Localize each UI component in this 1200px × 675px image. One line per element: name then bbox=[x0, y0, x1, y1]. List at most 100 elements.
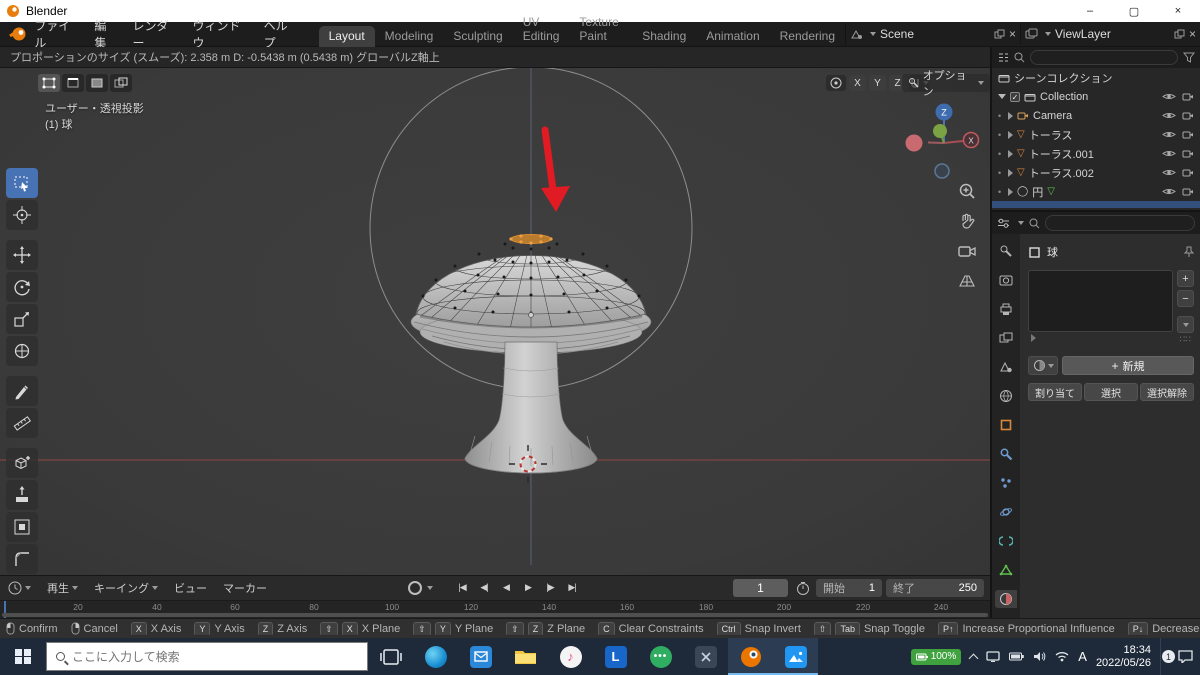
edge-select-button[interactable] bbox=[62, 74, 84, 92]
remove-viewlayer-icon[interactable]: × bbox=[1189, 27, 1196, 41]
slot-specials-button[interactable] bbox=[1177, 316, 1194, 333]
disable-render-camera-icon[interactable] bbox=[1182, 92, 1194, 101]
play-reverse-button[interactable]: ◀ bbox=[496, 579, 516, 597]
tool-select-box[interactable] bbox=[6, 168, 38, 198]
tab-rendering[interactable]: Rendering bbox=[770, 26, 845, 47]
tool-inset-faces[interactable] bbox=[6, 512, 38, 542]
disable-render-camera-icon[interactable] bbox=[1182, 111, 1194, 120]
new-scene-icon[interactable] bbox=[994, 29, 1005, 40]
remove-slot-button[interactable]: − bbox=[1177, 290, 1194, 307]
timeline-ruler[interactable]: 20 40 60 80 100 120 140 160 180 200 220 … bbox=[0, 600, 990, 619]
outliner-selected-row-partial[interactable] bbox=[992, 201, 1200, 208]
tab-object[interactable] bbox=[995, 416, 1017, 434]
material-slot-list[interactable] bbox=[1028, 270, 1173, 332]
disable-render-camera-icon[interactable] bbox=[1182, 130, 1194, 139]
unlink-scene-icon[interactable]: × bbox=[1009, 27, 1016, 41]
properties-editor-icon[interactable] bbox=[997, 218, 1010, 229]
disable-render-camera-icon[interactable] bbox=[1182, 168, 1194, 177]
filter-icon[interactable] bbox=[1183, 52, 1195, 63]
taskbar-search-input[interactable] bbox=[72, 649, 332, 664]
taskbar-app-file-explorer[interactable] bbox=[503, 638, 548, 675]
tab-modeling[interactable]: Modeling bbox=[375, 26, 444, 47]
pin-icon[interactable] bbox=[1184, 246, 1194, 258]
battery-status-badge[interactable]: 100% bbox=[910, 648, 962, 665]
tab-view-layer[interactable] bbox=[995, 329, 1017, 347]
tool-extrude[interactable] bbox=[6, 480, 38, 510]
tab-output[interactable] bbox=[995, 300, 1017, 318]
tab-object-data[interactable] bbox=[995, 561, 1017, 579]
blender-menu-icon[interactable] bbox=[8, 26, 26, 42]
view-menu[interactable]: ビュー bbox=[166, 580, 215, 596]
outliner-row-circle[interactable]: • ◯ 円 ▽ bbox=[992, 182, 1200, 201]
navigation-gizmo[interactable]: Z X bbox=[905, 103, 980, 179]
axis-y-button[interactable]: Y bbox=[869, 75, 886, 91]
tool-transform[interactable] bbox=[6, 336, 38, 366]
hide-eye-icon[interactable] bbox=[1162, 92, 1176, 101]
hide-eye-icon[interactable] bbox=[1162, 168, 1176, 177]
start-frame-field[interactable]: 開始 1 bbox=[816, 578, 882, 597]
hide-eye-icon[interactable] bbox=[1162, 149, 1176, 158]
outliner-row-torus[interactable]: • ▽ トーラス bbox=[992, 125, 1200, 144]
tool-measure[interactable] bbox=[6, 408, 38, 438]
tab-modifiers[interactable] bbox=[995, 445, 1017, 463]
jump-to-end-button[interactable]: ▶| bbox=[562, 579, 582, 597]
auto-key-record-button[interactable] bbox=[408, 580, 422, 595]
prev-keyframe-button[interactable]: ◀| bbox=[474, 579, 494, 597]
new-material-button[interactable]: + 新規 bbox=[1062, 356, 1194, 375]
tab-shading[interactable]: Shading bbox=[632, 26, 696, 47]
taskbar-search[interactable] bbox=[46, 642, 368, 671]
taskbar-app-blender[interactable] bbox=[728, 638, 773, 675]
marker-menu[interactable]: マーカー bbox=[215, 580, 275, 596]
outliner-row-collection[interactable]: ✓ Collection bbox=[992, 87, 1200, 106]
expand-icon[interactable] bbox=[1008, 149, 1013, 158]
add-slot-button[interactable]: + bbox=[1177, 270, 1194, 287]
taskbar-app-dev[interactable] bbox=[683, 638, 728, 675]
close-button[interactable]: × bbox=[1156, 0, 1200, 22]
next-keyframe-button[interactable]: |▶ bbox=[540, 579, 560, 597]
properties-search-input[interactable] bbox=[1045, 215, 1195, 231]
outliner-row-torus-002[interactable]: • ▽ トーラス.002 bbox=[992, 163, 1200, 182]
assign-button[interactable]: 割り当て bbox=[1028, 383, 1082, 401]
speaker-tray-icon[interactable] bbox=[1033, 651, 1046, 662]
tool-move[interactable] bbox=[6, 240, 38, 270]
xray-toggle-button[interactable] bbox=[110, 74, 132, 92]
maximize-button[interactable]: ▢ bbox=[1112, 0, 1156, 22]
play-button[interactable]: ▶ bbox=[518, 579, 538, 597]
proportional-edit-icon[interactable] bbox=[826, 75, 846, 91]
tab-particles[interactable] bbox=[995, 474, 1017, 492]
tool-bevel[interactable] bbox=[6, 544, 38, 574]
minimize-button[interactable]: – bbox=[1068, 0, 1112, 22]
use-preview-range-button[interactable] bbox=[796, 578, 810, 597]
taskbar-app-mail[interactable] bbox=[458, 638, 503, 675]
tool-cursor[interactable] bbox=[6, 200, 38, 230]
display-tray-icon[interactable] bbox=[986, 651, 1000, 662]
show-hidden-icons-chevron[interactable] bbox=[968, 653, 979, 663]
outliner-row-scene-collection[interactable]: シーンコレクション bbox=[992, 68, 1200, 87]
start-button[interactable] bbox=[0, 638, 46, 675]
tab-animation[interactable]: Animation bbox=[696, 26, 769, 47]
outliner-row-torus-001[interactable]: • ▽ トーラス.001 bbox=[992, 144, 1200, 163]
tab-sculpting[interactable]: Sculpting bbox=[443, 26, 512, 47]
taskbar-app-photos[interactable] bbox=[773, 638, 818, 675]
deselect-button[interactable]: 選択解除 bbox=[1140, 383, 1194, 401]
taskbar-clock[interactable]: 18:34 2022/05/26 bbox=[1096, 644, 1151, 670]
grid-persp-icon[interactable] bbox=[956, 270, 978, 292]
keying-menu[interactable]: キーイング bbox=[86, 580, 166, 596]
options-button[interactable]: オプション bbox=[902, 70, 990, 98]
tool-rotate[interactable] bbox=[6, 272, 38, 302]
tool-add-cube[interactable] bbox=[6, 448, 38, 478]
network-tray-icon[interactable] bbox=[1055, 651, 1069, 662]
expand-icon[interactable] bbox=[1008, 168, 1013, 177]
tool-scale[interactable] bbox=[6, 304, 38, 334]
taskbar-app-music[interactable]: ♪ bbox=[548, 638, 593, 675]
current-frame-field[interactable]: 1 bbox=[733, 578, 788, 597]
viewlayer-selector[interactable]: ViewLayer × bbox=[1020, 23, 1200, 45]
tab-uv-editing[interactable]: UV Editing bbox=[513, 12, 570, 47]
outliner-row-camera[interactable]: • Camera bbox=[992, 106, 1200, 125]
battery-tray-icon[interactable] bbox=[1009, 652, 1025, 661]
taskbar-app-l[interactable]: L bbox=[593, 638, 638, 675]
outliner-editor-icon[interactable] bbox=[997, 52, 1009, 63]
timeline-scrollbar[interactable] bbox=[2, 613, 988, 617]
end-frame-field[interactable]: 終了 250 bbox=[886, 578, 984, 597]
jump-to-start-button[interactable]: |◀ bbox=[452, 579, 472, 597]
